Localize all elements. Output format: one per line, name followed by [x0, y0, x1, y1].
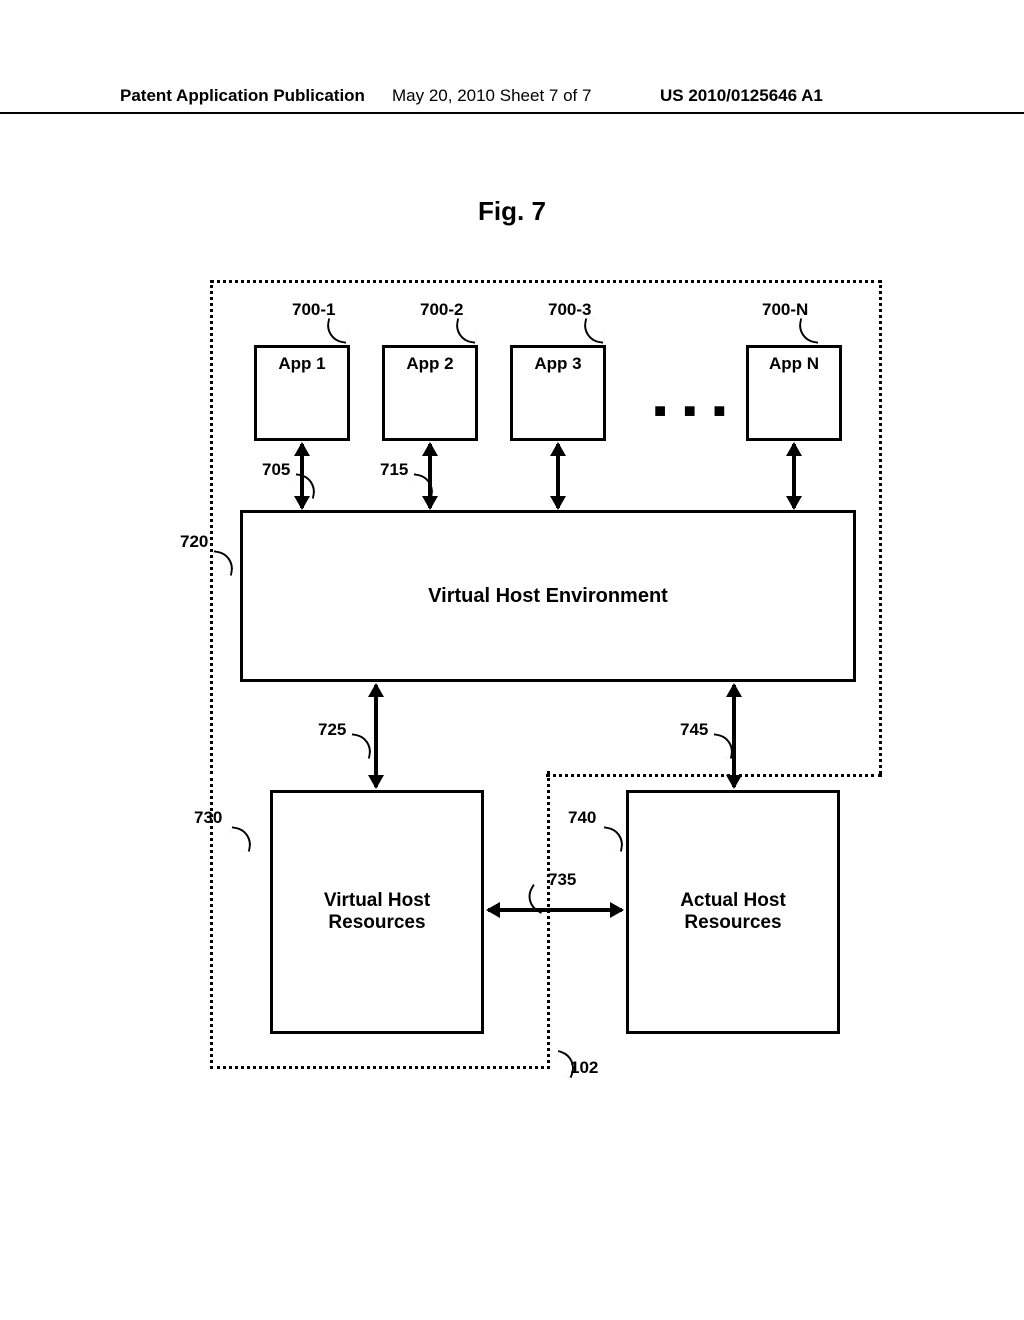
node-label: App N: [769, 354, 819, 374]
node-label: Actual Host Resources: [680, 890, 786, 934]
header-middle: May 20, 2010 Sheet 7 of 7: [392, 86, 591, 106]
node-label: App 3: [534, 354, 581, 374]
ref-700-1: 700-1: [292, 300, 335, 320]
page-header: Patent Application Publication May 20, 2…: [0, 86, 1024, 114]
ref-725: 725: [318, 720, 346, 740]
header-right: US 2010/0125646 A1: [660, 86, 823, 106]
node-label: Virtual Host Resources: [324, 890, 430, 934]
node-actual-host-resources: Actual Host Resources: [626, 790, 840, 1034]
connector-appn-vhe: [792, 444, 796, 508]
node-app-2: App 2: [382, 345, 478, 441]
leader-740: [600, 826, 625, 851]
ref-720: 720: [180, 532, 208, 552]
ref-700-2: 700-2: [420, 300, 463, 320]
ref-700-3: 700-3: [548, 300, 591, 320]
ref-730: 730: [194, 808, 222, 828]
figure-title: Fig. 7: [0, 196, 1024, 227]
node-app-3: App 3: [510, 345, 606, 441]
node-label: App 2: [406, 354, 453, 374]
ref-700-n: 700-N: [762, 300, 808, 320]
connector-vhr-ahr: [488, 908, 622, 912]
diagram-canvas: App 1 App 2 App 3 App N ■ ■ ■ Virtual Ho…: [150, 270, 890, 1080]
connector-app3-vhe: [556, 444, 560, 508]
ref-705: 705: [262, 460, 290, 480]
ellipsis-icon: ■ ■ ■: [654, 400, 731, 423]
node-label: App 1: [278, 354, 325, 374]
ref-735: 735: [548, 870, 576, 890]
node-virtual-host-environment: Virtual Host Environment: [240, 510, 856, 682]
ref-740: 740: [568, 808, 596, 828]
connector-vhe-vhr: [374, 685, 378, 787]
node-label: Virtual Host Environment: [428, 585, 668, 608]
connector-vhe-ahr: [732, 685, 736, 787]
ref-745: 745: [680, 720, 708, 740]
node-app-n: App N: [746, 345, 842, 441]
node-app-1: App 1: [254, 345, 350, 441]
node-virtual-host-resources: Virtual Host Resources: [270, 790, 484, 1034]
ref-715: 715: [380, 460, 408, 480]
header-left: Patent Application Publication: [120, 86, 365, 106]
